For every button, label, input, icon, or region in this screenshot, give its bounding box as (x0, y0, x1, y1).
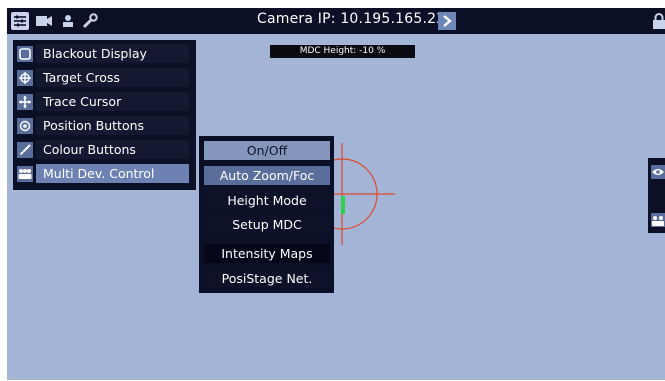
right-side-panel (648, 158, 665, 233)
group-icon[interactable] (651, 213, 665, 227)
menu-item-multi-dev-control[interactable]: Multi Dev. Control (17, 164, 189, 183)
app-canvas[interactable]: Camera IP: 10.195.165.22 MDC Height: -10… (7, 8, 665, 380)
mdc-submenu: On/Off Auto Zoom/Foc Height Mode Setup M… (199, 136, 334, 293)
setup-mdc-button[interactable]: Setup MDC (204, 215, 330, 234)
menu-item-trace-cursor[interactable]: Trace Cursor (17, 92, 189, 111)
group-icon (17, 165, 33, 182)
auto-zoom-focus-button[interactable]: Auto Zoom/Foc (204, 166, 330, 185)
menu-item-label: Target Cross (36, 68, 189, 87)
brush-icon (17, 141, 33, 158)
menu-item-label: Position Buttons (36, 116, 189, 135)
move-icon (17, 93, 33, 110)
height-mode-button[interactable]: Height Mode (204, 191, 330, 210)
menu-item-position-buttons[interactable]: Position Buttons (17, 116, 189, 135)
menu-item-label: Multi Dev. Control (36, 164, 189, 183)
side-menu: Blackout Display Target Cross Trace Curs… (13, 40, 196, 190)
target-icon (17, 117, 33, 134)
posistage-net-button[interactable]: PosiStage Net. (204, 269, 330, 288)
intensity-maps-button[interactable]: Intensity Maps (204, 244, 330, 263)
menu-item-blackout-display[interactable]: Blackout Display (17, 44, 189, 63)
menu-item-target-cross[interactable]: Target Cross (17, 68, 189, 87)
menu-item-label: Colour Buttons (36, 140, 189, 159)
eye-icon[interactable] (651, 165, 665, 179)
square-icon (17, 45, 33, 62)
crosshair-icon (17, 69, 33, 86)
on-off-button[interactable]: On/Off (204, 141, 330, 160)
menu-item-label: Trace Cursor (36, 92, 189, 111)
height-marker (341, 196, 345, 214)
menu-item-colour-buttons[interactable]: Colour Buttons (17, 140, 189, 159)
menu-item-label: Blackout Display (36, 44, 189, 63)
